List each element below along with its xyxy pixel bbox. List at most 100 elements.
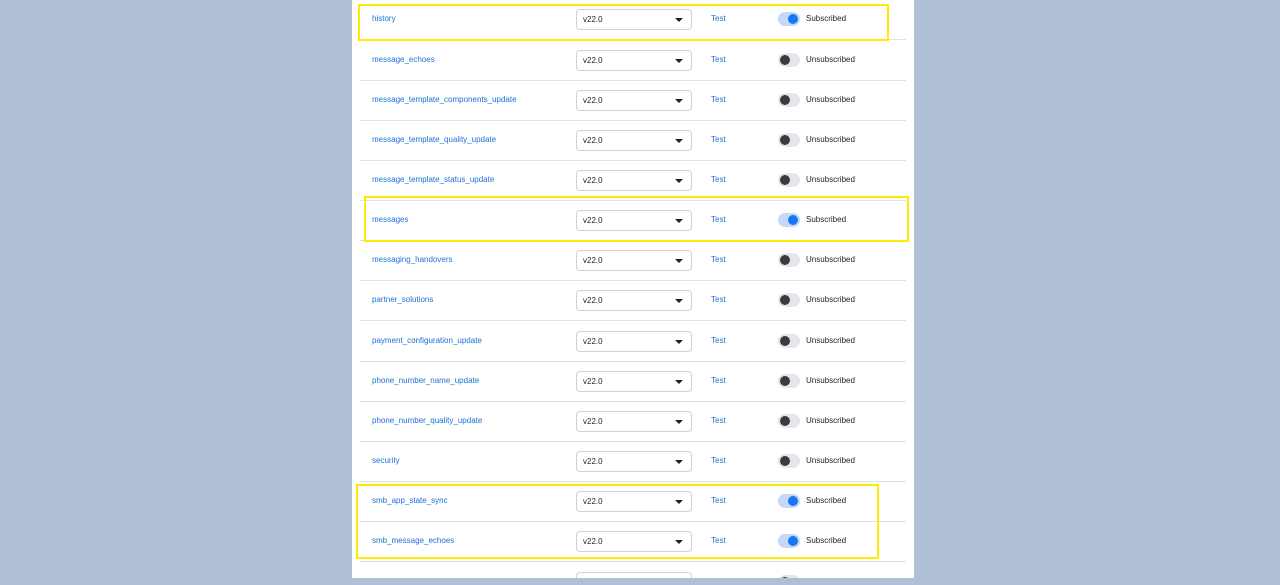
test-link[interactable]: Test — [711, 95, 726, 104]
field-name-link[interactable]: phone_number_name_update — [372, 376, 479, 385]
test-link[interactable]: Test — [711, 416, 726, 425]
subscription-status: Unsubscribed — [806, 416, 855, 425]
version-value: v22.0 — [583, 457, 603, 466]
version-select[interactable]: v22.0 — [576, 9, 692, 30]
caret-down-icon — [675, 299, 683, 303]
subscription-status: Unsubscribed — [806, 95, 855, 104]
version-select[interactable]: v22.0 — [576, 90, 692, 111]
test-link[interactable]: Test — [711, 175, 726, 184]
toggle-knob — [780, 295, 790, 305]
field-name-link[interactable]: security — [372, 456, 400, 465]
subscribe-toggle[interactable] — [778, 494, 800, 508]
table-row: history v22.0 Test Subscribed — [360, 0, 906, 40]
version-select[interactable]: v22.0 — [576, 371, 692, 392]
test-link[interactable]: Test — [711, 14, 726, 23]
toggle-knob — [780, 456, 790, 466]
subscribe-toggle[interactable] — [778, 12, 800, 26]
version-select[interactable]: v22.0 — [576, 170, 692, 191]
version-value: v22.0 — [583, 497, 603, 506]
subscribe-toggle[interactable] — [778, 213, 800, 227]
table-row: phone_number_quality_update v22.0 Test Unsu… — [360, 402, 906, 442]
version-select[interactable]: v22.0 — [576, 290, 692, 311]
field-name-link[interactable]: message_template_status_update — [372, 175, 494, 184]
version-value: v22.0 — [583, 176, 603, 185]
toggle-knob — [788, 536, 798, 546]
version-value: v22.0 — [583, 417, 603, 426]
toggle-knob — [780, 95, 790, 105]
test-link[interactable]: Test — [711, 55, 726, 64]
test-link[interactable]: Test — [711, 456, 726, 465]
table-row: message_template_components_update v22.0 T… — [360, 81, 906, 121]
subscribe-toggle[interactable] — [778, 173, 800, 187]
webhook-fields-panel: history v22.0 Test Subscribed message_echoes… — [352, 0, 914, 578]
toggle-knob — [780, 135, 790, 145]
caret-down-icon — [675, 420, 683, 424]
subscribe-toggle[interactable] — [778, 374, 800, 388]
table-row: smb_message_echoes v22.0 Test Subscribed — [360, 522, 906, 562]
table-row: security v22.0 Test Unsubscribed — [360, 442, 906, 482]
table-row: messages v22.0 Test Subscribed — [360, 201, 906, 241]
field-name-link[interactable]: messaging_handovers — [372, 255, 453, 264]
version-select[interactable]: v22.0 — [576, 50, 692, 71]
subscribe-toggle[interactable] — [778, 293, 800, 307]
field-name-link[interactable]: message_template_components_update — [372, 95, 517, 104]
version-select[interactable]: v22.0 — [576, 491, 692, 512]
table-row: smb_app_state_sync v22.0 Test Subscribed — [360, 482, 906, 522]
toggle-knob — [780, 376, 790, 386]
field-name-link[interactable]: payment_configuration_update — [372, 336, 482, 345]
subscription-status: Unsubscribed — [806, 376, 855, 385]
field-name-link[interactable]: phone_number_quality_update — [372, 416, 482, 425]
subscribe-toggle-partial[interactable] — [778, 575, 800, 578]
subscribe-toggle[interactable] — [778, 454, 800, 468]
caret-down-icon — [675, 99, 683, 103]
subscribe-toggle[interactable] — [778, 133, 800, 147]
caret-down-icon — [675, 259, 683, 263]
version-select[interactable]: v22.0 — [576, 250, 692, 271]
test-link[interactable]: Test — [711, 536, 726, 545]
table-row: message_template_status_update v22.0 Test U… — [360, 161, 906, 201]
subscription-status: Unsubscribed — [806, 456, 855, 465]
field-name-link[interactable]: messages — [372, 215, 408, 224]
caret-down-icon — [675, 540, 683, 544]
field-name-link[interactable]: message_template_quality_update — [372, 135, 496, 144]
table-row: messaging_handovers v22.0 Test Unsubscribed — [360, 241, 906, 281]
toggle-knob — [788, 14, 798, 24]
subscribe-toggle[interactable] — [778, 334, 800, 348]
subscribe-toggle[interactable] — [778, 93, 800, 107]
version-select[interactable]: v22.0 — [576, 531, 692, 552]
subscription-status: Subscribed — [806, 496, 847, 505]
field-name-link[interactable]: history — [372, 14, 396, 23]
field-name-link[interactable]: smb_message_echoes — [372, 536, 454, 545]
test-link[interactable]: Test — [711, 376, 726, 385]
subscribe-toggle[interactable] — [778, 414, 800, 428]
version-select[interactable]: v22.0 — [576, 210, 692, 231]
version-select[interactable]: v22.0 — [576, 451, 692, 472]
caret-down-icon — [675, 18, 683, 22]
field-name-link[interactable]: smb_app_state_sync — [372, 496, 448, 505]
test-link[interactable]: Test — [711, 255, 726, 264]
version-select[interactable]: v22.0 — [576, 411, 692, 432]
version-select-partial[interactable] — [576, 572, 692, 578]
test-link[interactable]: Test — [711, 336, 726, 345]
toggle-knob — [780, 416, 790, 426]
subscription-status: Unsubscribed — [806, 135, 855, 144]
test-link[interactable]: Test — [711, 496, 726, 505]
toggle-knob — [788, 496, 798, 506]
subscribe-toggle[interactable] — [778, 534, 800, 548]
caret-down-icon — [675, 59, 683, 63]
subscription-status: Unsubscribed — [806, 175, 855, 184]
test-link[interactable]: Test — [711, 215, 726, 224]
version-select[interactable]: v22.0 — [576, 331, 692, 352]
field-name-link[interactable]: partner_solutions — [372, 295, 433, 304]
toggle-knob — [780, 255, 790, 265]
test-link[interactable]: Test — [711, 135, 726, 144]
test-link[interactable]: Test — [711, 295, 726, 304]
subscribe-toggle[interactable] — [778, 253, 800, 267]
table-row: message_template_quality_update v22.0 Test… — [360, 121, 906, 161]
toggle-knob — [780, 175, 790, 185]
version-value: v22.0 — [583, 96, 603, 105]
subscribe-toggle[interactable] — [778, 53, 800, 67]
version-select[interactable]: v22.0 — [576, 130, 692, 151]
field-name-link[interactable]: message_echoes — [372, 55, 435, 64]
version-value: v22.0 — [583, 537, 603, 546]
